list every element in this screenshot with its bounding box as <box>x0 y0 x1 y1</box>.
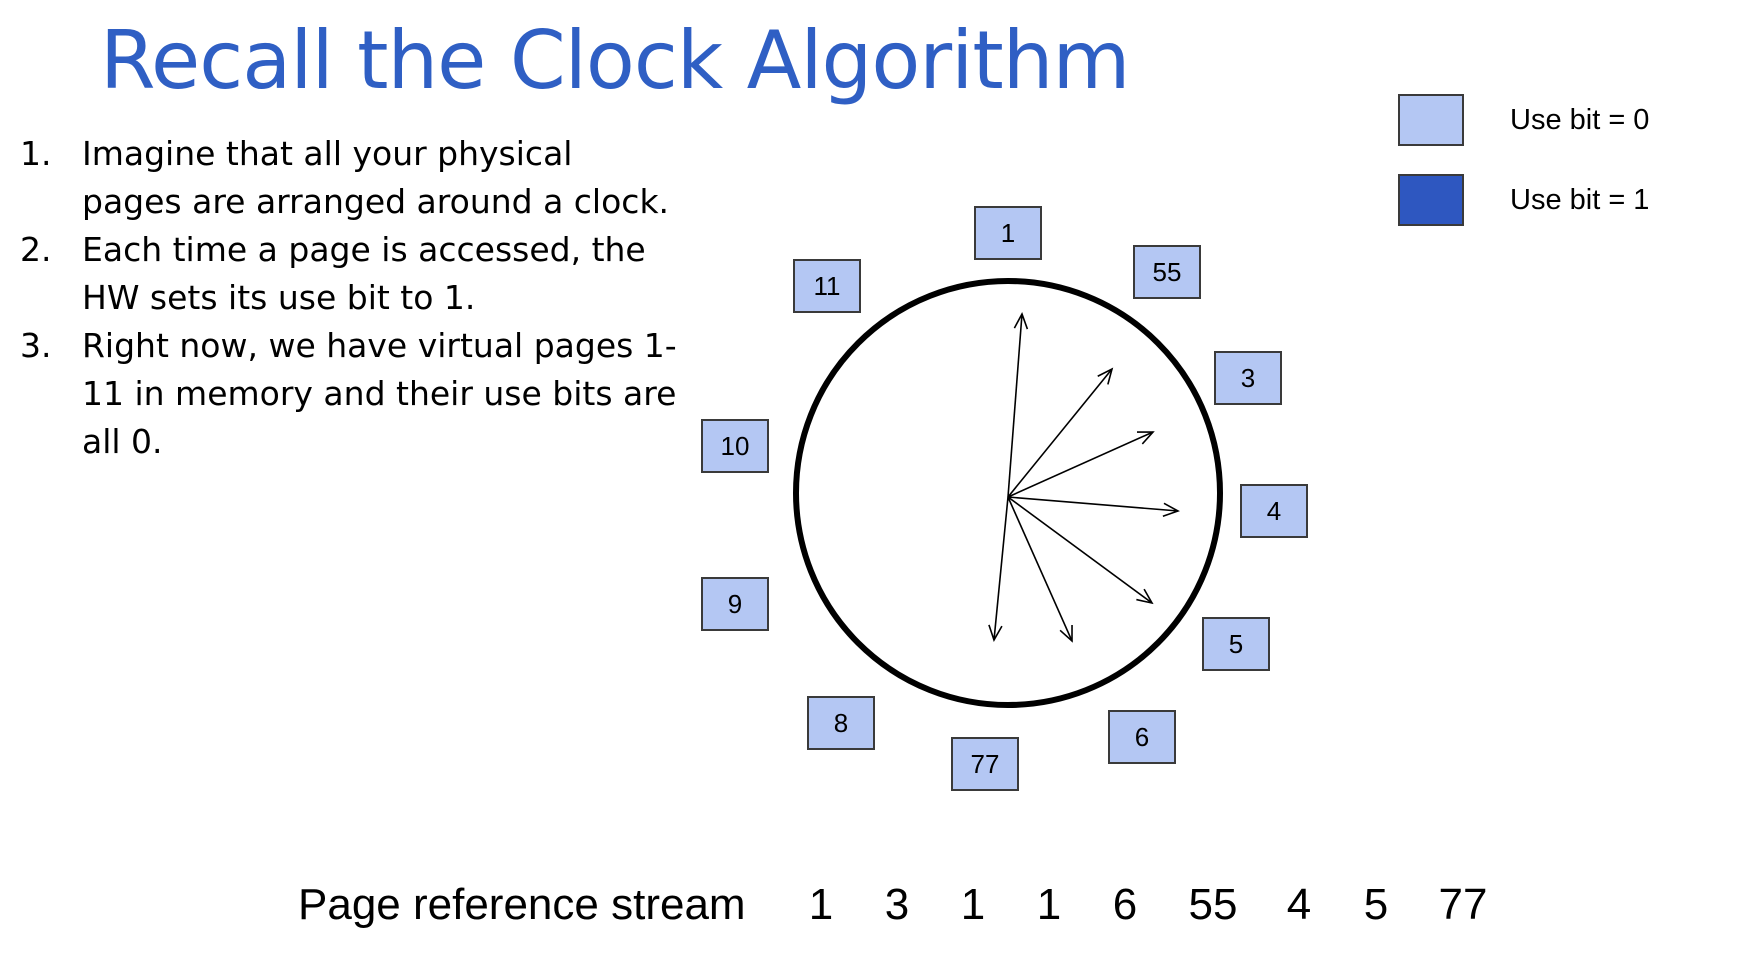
clock-hand <box>1007 496 1154 605</box>
page-box-label: 11 <box>814 271 841 301</box>
page-box-11: 11 <box>793 259 861 313</box>
page-box-label: 3 <box>1241 363 1255 393</box>
stream-ref: 55 <box>1188 880 1238 929</box>
clock-hand <box>1007 312 1029 498</box>
page-box-1: 1 <box>974 206 1042 260</box>
stream-ref: 77 <box>1438 880 1488 929</box>
page-box-55: 55 <box>1133 245 1201 299</box>
page-box-77: 77 <box>951 737 1019 791</box>
page-box-4: 4 <box>1240 484 1308 538</box>
page-box-label: 9 <box>728 589 742 619</box>
page-box-label: 8 <box>834 708 848 738</box>
stream-label: Page reference stream <box>298 880 746 929</box>
clock-diagram: 1 55 3 4 5 6 77 8 9 10 11 <box>701 206 1308 791</box>
page-box-label: 5 <box>1229 629 1243 659</box>
stream-ref: 5 <box>1363 880 1389 929</box>
stream-ref: 1 <box>1036 880 1062 929</box>
stream-ref: 6 <box>1112 880 1138 929</box>
clock-hand <box>1007 496 1180 518</box>
stream-ref: 1 <box>808 880 834 929</box>
page-box-label: 10 <box>721 431 750 461</box>
clock-hand <box>1007 367 1114 498</box>
page-box-label: 4 <box>1267 496 1281 526</box>
page-box-label: 6 <box>1135 722 1149 752</box>
stream-ref: 4 <box>1286 880 1312 929</box>
page-box-label: 1 <box>1001 218 1015 248</box>
page-box-5: 5 <box>1202 617 1270 671</box>
page-box-9: 9 <box>701 577 769 631</box>
page-box-label: 55 <box>1153 257 1182 287</box>
page-box-8: 8 <box>807 696 875 750</box>
clock-hand <box>988 496 1009 642</box>
stream-ref: 3 <box>884 880 910 929</box>
clock-hands <box>988 312 1180 643</box>
page-box-label: 77 <box>971 749 1000 779</box>
stream-ref: 1 <box>960 880 986 929</box>
clock-hand <box>1007 431 1155 498</box>
page-box-3: 3 <box>1214 351 1282 405</box>
page-box-6: 6 <box>1108 710 1176 764</box>
page-box-10: 10 <box>701 419 769 473</box>
clock-hand <box>1007 496 1073 643</box>
